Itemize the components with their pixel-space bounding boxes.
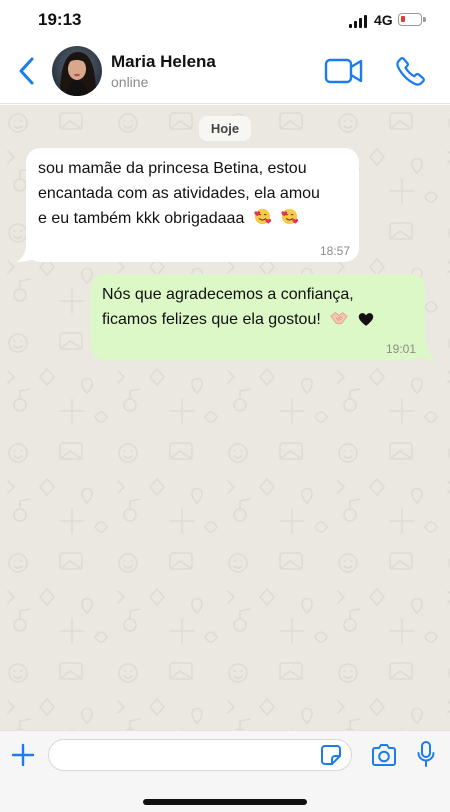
status-bar: 19:13 4G [0, 0, 450, 40]
message-text: e eu também kkk obrigadaaa [38, 210, 245, 227]
home-indicator [143, 799, 307, 805]
chevron-left-icon [19, 57, 34, 85]
sticker-button[interactable] [320, 744, 342, 766]
network-type: 4G [374, 12, 393, 28]
contact-status: online [111, 74, 149, 90]
message-input[interactable] [48, 739, 352, 771]
message-time: 19:01 [385, 342, 416, 356]
input-bar [0, 730, 450, 812]
camera-icon [372, 744, 396, 766]
voice-call-button[interactable] [394, 54, 428, 88]
camera-button[interactable] [370, 743, 398, 767]
battery-icon [398, 13, 426, 26]
date-label: Hoje [199, 116, 251, 141]
message-text: sou mamãe da princesa Betina, estou [38, 160, 307, 177]
contact-name[interactable]: Maria Helena [111, 52, 216, 72]
signal-icon [349, 14, 369, 28]
plus-icon [11, 743, 35, 767]
back-button[interactable] [12, 54, 42, 88]
microphone-icon [417, 741, 435, 767]
chat-area[interactable]: Hoje sou mamãe da princesa Betina, estou… [0, 105, 450, 730]
sticker-icon [321, 745, 341, 765]
handshake-icon [330, 312, 348, 325]
message-time: 18:57 [319, 244, 350, 258]
video-camera-icon [324, 58, 363, 84]
status-time: 19:13 [38, 10, 82, 29]
phone-icon [396, 56, 425, 86]
avatar[interactable] [52, 46, 102, 96]
outgoing-message[interactable]: Nós que agradecemos a confiança, ficamos… [91, 274, 425, 360]
incoming-message[interactable]: sou mamãe da princesa Betina, estou enca… [26, 148, 359, 262]
video-call-button[interactable] [324, 56, 364, 86]
smiling-face-with-hearts-icon [254, 208, 271, 225]
message-text: ficamos felizes que ela gostou! [102, 311, 321, 328]
attach-button[interactable] [10, 742, 36, 768]
microphone-button[interactable] [416, 740, 436, 770]
message-text: Nós que agradecemos a confiança, [102, 286, 354, 303]
black-heart-icon [358, 313, 373, 326]
chat-header: Maria Helena online [0, 40, 450, 104]
message-text: encantada com as atividades, ela amou [38, 185, 320, 202]
smiling-face-with-hearts-icon [281, 208, 299, 225]
